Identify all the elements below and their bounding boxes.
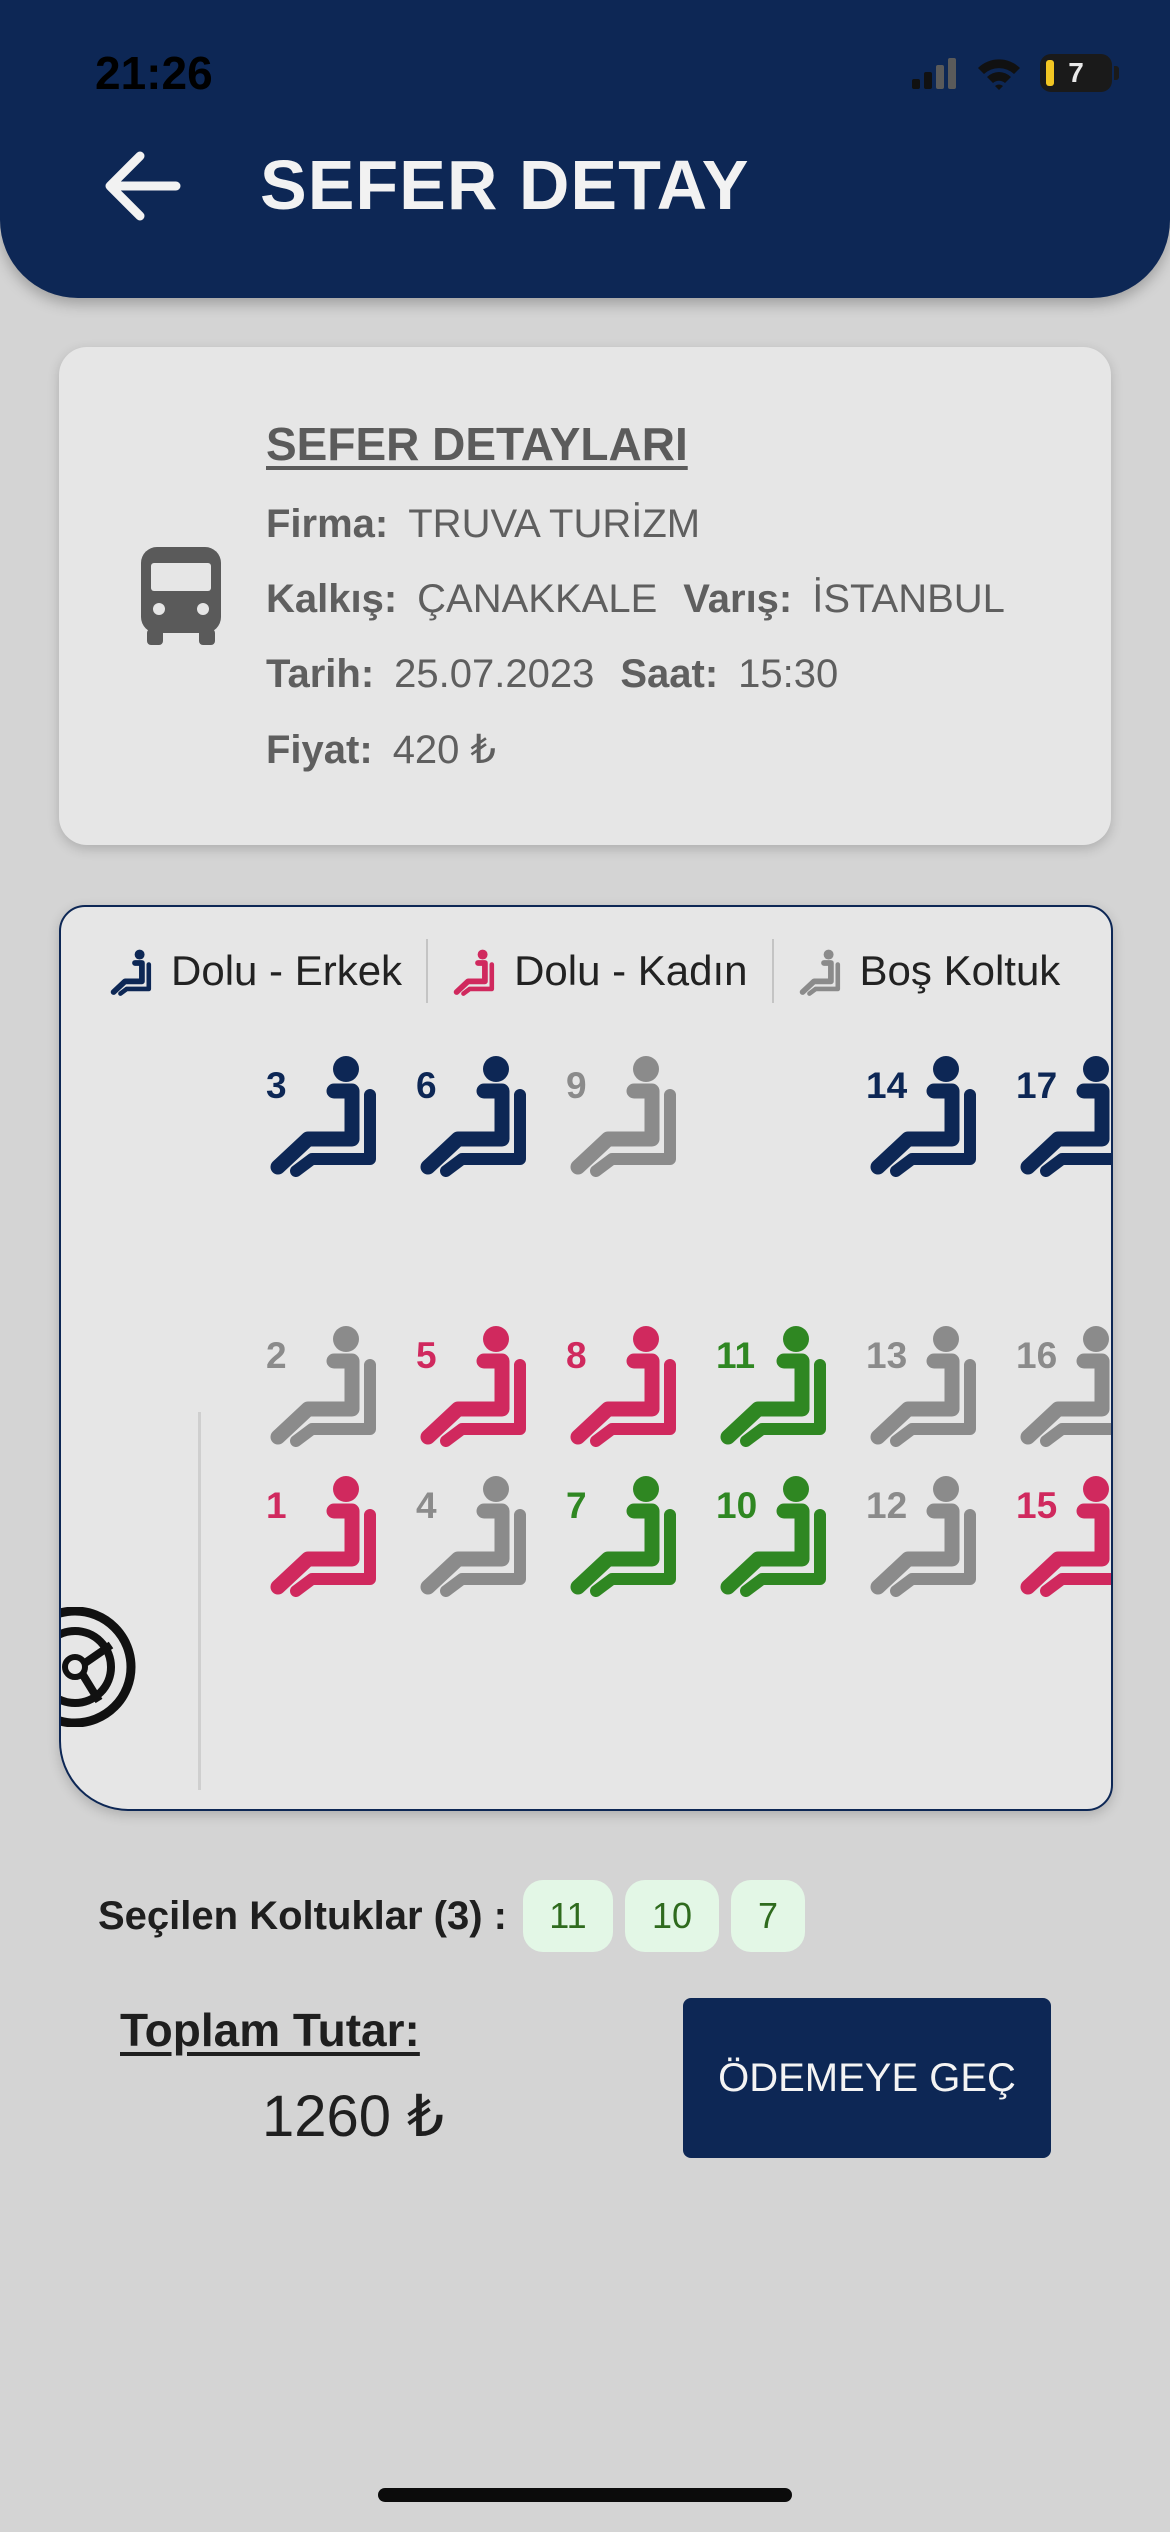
arrival-label: Varış:	[683, 577, 793, 621]
seat[interactable]: 14	[866, 1047, 981, 1177]
seat[interactable]: 2	[266, 1317, 381, 1447]
bus-icon	[141, 547, 221, 645]
back-button[interactable]	[100, 150, 184, 222]
proceed-to-payment-button[interactable]: ÖDEMEYE GEÇ	[683, 1998, 1051, 2158]
seat-number: 6	[416, 1065, 437, 1106]
seat-map-card: Dolu - Erkek Dolu - Kadın Boş Koltuk 3 6…	[59, 905, 1113, 1811]
company-value: TRUVA TURİZM	[408, 502, 701, 546]
seat-number: 3	[266, 1065, 287, 1106]
seat[interactable]: 13	[866, 1317, 981, 1447]
arrival-value: İSTANBUL	[812, 577, 1005, 621]
legend-empty: Boş Koltuk	[798, 946, 1061, 996]
seat[interactable]: 8	[566, 1317, 681, 1447]
seat-number: 8	[566, 1335, 587, 1376]
date-value: 25.07.2023	[394, 652, 595, 696]
app-header: 21:26 7 SEFER DETAY	[0, 0, 1170, 298]
selected-seats-row: Seçilen Koltuklar (3) : 11 10 7	[98, 1880, 817, 1952]
driver-divider	[198, 1412, 201, 1790]
seat-number: 10	[716, 1485, 758, 1526]
legend-divider	[771, 939, 774, 1003]
legend-male: Dolu - Erkek	[109, 946, 402, 996]
time-value: 15:30	[738, 652, 839, 696]
seat-number: 9	[566, 1065, 587, 1106]
cellular-signal-icon	[912, 58, 956, 89]
seat-number: 7	[566, 1485, 587, 1526]
seat-number: 13	[866, 1335, 908, 1376]
trip-details-card: SEFER DETAYLARI Firma: TRUVA TURİZM Kalkı…	[59, 347, 1111, 845]
card-heading: SEFER DETAYLARI	[266, 418, 688, 470]
route-row: Kalkış: ÇANAKKALE Varış: İSTANBUL	[266, 577, 1031, 622]
datetime-row: Tarih: 25.07.2023 Saat: 15:30	[266, 652, 864, 697]
seat[interactable]: 11	[716, 1317, 831, 1447]
legend-empty-label: Boş Koltuk	[859, 947, 1061, 994]
selected-seats-label: Seçilen Koltuklar (3) :	[98, 1893, 507, 1938]
company-label: Firma:	[266, 502, 389, 546]
seat[interactable]: 16	[1016, 1317, 1111, 1447]
selected-seat-chip[interactable]: 7	[730, 1880, 805, 1952]
seat[interactable]: 6	[416, 1047, 531, 1177]
time-label: Saat:	[620, 652, 719, 696]
seat-number: 4	[416, 1485, 437, 1526]
seat[interactable]: 10	[716, 1467, 831, 1597]
departure-label: Kalkış:	[266, 577, 398, 621]
seat-number: 14	[866, 1065, 908, 1106]
wifi-icon	[978, 59, 1020, 90]
seat-number: 15	[1016, 1485, 1058, 1526]
arrow-left-icon	[105, 151, 181, 221]
battery-level: 7	[1068, 57, 1084, 88]
selected-seat-chip[interactable]: 10	[624, 1880, 719, 1952]
seat[interactable]: 12	[866, 1467, 981, 1597]
company-row: Firma: TRUVA TURİZM	[266, 502, 726, 547]
seat[interactable]: 3	[266, 1047, 381, 1177]
seat-number: 11	[716, 1335, 756, 1376]
price-label: Fiyat:	[266, 728, 373, 772]
page-title: SEFER DETAY	[260, 146, 750, 224]
legend-female: Dolu - Kadın	[452, 946, 748, 996]
seat-number: 1	[266, 1485, 287, 1526]
seat-female-icon	[453, 949, 495, 996]
seat[interactable]: 17	[1016, 1047, 1111, 1177]
seat[interactable]: 5	[416, 1317, 531, 1447]
seat[interactable]: 9	[566, 1047, 681, 1177]
seat-number: 2	[266, 1335, 287, 1376]
home-indicator[interactable]	[378, 2488, 792, 2502]
total-label: Toplam Tutar:	[120, 2004, 420, 2056]
status-icons: 7	[912, 48, 1119, 98]
seat-legend: Dolu - Erkek Dolu - Kadın Boş Koltuk	[109, 935, 1060, 1007]
seat-empty-icon	[799, 949, 840, 996]
price-value: 420 ₺	[392, 728, 496, 772]
selected-seat-chip[interactable]: 11	[522, 1880, 613, 1952]
legend-divider	[426, 939, 429, 1003]
seat-number: 16	[1016, 1335, 1058, 1376]
price-row: Fiyat: 420 ₺	[266, 727, 522, 773]
date-label: Tarih:	[266, 652, 375, 696]
seat-male-icon	[110, 949, 152, 996]
legend-male-label: Dolu - Erkek	[171, 947, 403, 994]
seat-number: 17	[1016, 1065, 1058, 1106]
legend-female-label: Dolu - Kadın	[514, 947, 748, 994]
seat-number: 12	[866, 1485, 908, 1526]
status-time: 21:26	[95, 47, 213, 99]
departure-value: ÇANAKKALE	[417, 577, 658, 621]
steering-wheel-icon	[61, 1607, 136, 1727]
seat[interactable]: 7	[566, 1467, 681, 1597]
seat[interactable]: 4	[416, 1467, 531, 1597]
seat[interactable]: 1	[266, 1467, 381, 1597]
seat-number: 5	[416, 1335, 437, 1376]
total-value: 1260 ₺	[262, 2084, 445, 2149]
seat[interactable]: 15	[1016, 1467, 1111, 1597]
battery-icon: 7	[1040, 54, 1119, 92]
